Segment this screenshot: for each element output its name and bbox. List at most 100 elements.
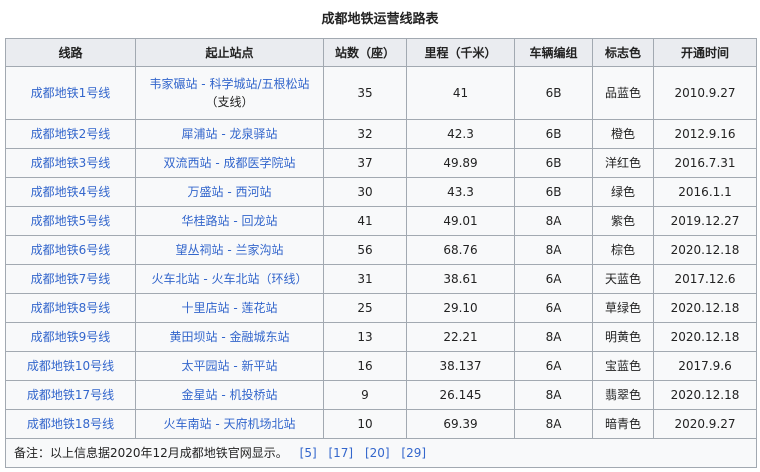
opening-date-cell: 2019.12.27 bbox=[653, 206, 757, 236]
stations-link[interactable]: 火车南站 - 天府机场北站 bbox=[164, 417, 296, 431]
length-cell-text: 43.3 bbox=[447, 185, 474, 199]
note-cell: 备注：以上信息据2020年12月成都地铁官网显示。 [5] [17] [20] … bbox=[5, 438, 757, 468]
line-name-link-text[interactable]: 成都地铁8号线 bbox=[31, 301, 111, 315]
opening-date-cell-text: 2017.9.6 bbox=[678, 359, 732, 373]
opening-date-cell: 2010.9.27 bbox=[653, 66, 757, 120]
stations-cell: 火车南站 - 天府机场北站 bbox=[135, 409, 324, 439]
opening-date-cell: 2017.9.6 bbox=[653, 351, 757, 381]
line-name-link-text[interactable]: 成都地铁2号线 bbox=[31, 127, 111, 141]
reference-link[interactable]: [17] bbox=[328, 446, 353, 460]
stations-cell: 黄田坝站 - 金融城东站 bbox=[135, 322, 324, 352]
line-name-link-text[interactable]: 成都地铁3号线 bbox=[31, 156, 111, 170]
line-name-link: 成都地铁3号线 bbox=[5, 148, 136, 178]
line-name-link-text[interactable]: 成都地铁5号线 bbox=[31, 214, 111, 228]
station-count-cell-text: 30 bbox=[357, 185, 373, 199]
line-color-cell-text: 品蓝色 bbox=[604, 86, 641, 100]
train-formation-cell-text: 6B bbox=[545, 86, 562, 100]
line-color-cell-text: 翡翠色 bbox=[604, 388, 641, 402]
header-row: 线路 起止站点 站数（座） 里程（千米） 车辆编组 标志色 开通时间 bbox=[5, 38, 757, 67]
station-count-cell-text: 35 bbox=[357, 86, 373, 100]
stations-cell: 华桂路站 - 回龙站 bbox=[135, 206, 324, 236]
length-cell: 68.76 bbox=[406, 235, 515, 265]
header-length: 里程（千米） bbox=[406, 38, 515, 67]
opening-date-cell: 2020.12.18 bbox=[653, 235, 757, 265]
station-count-cell: 30 bbox=[323, 177, 407, 207]
stations-link[interactable]: 双流西站 - 成都医学院站 bbox=[164, 156, 296, 170]
line-name-link: 成都地铁4号线 bbox=[5, 177, 136, 207]
header-train-formation: 车辆编组 bbox=[514, 38, 593, 67]
stations-link[interactable]: 太平园站 - 新平站 bbox=[182, 359, 278, 373]
line-color-cell: 天蓝色 bbox=[592, 264, 654, 294]
header-opening-date: 开通时间 bbox=[653, 38, 757, 67]
stations-link[interactable]: 韦家碾站 - 科学城站/五根松站 bbox=[149, 77, 309, 91]
stations-link[interactable]: 金星站 - 机投桥站 bbox=[182, 388, 278, 402]
train-formation-cell: 8A bbox=[514, 322, 593, 352]
train-formation-cell: 6B bbox=[514, 177, 593, 207]
opening-date-cell-text: 2017.12.6 bbox=[674, 272, 736, 286]
opening-date-cell-text: 2010.9.27 bbox=[674, 86, 736, 100]
line-name-link-text[interactable]: 成都地铁4号线 bbox=[31, 185, 111, 199]
length-cell-text: 38.137 bbox=[439, 359, 482, 373]
stations-link[interactable]: 黄田坝站 - 金融城东站 bbox=[170, 330, 290, 344]
station-count-cell: 56 bbox=[323, 235, 407, 265]
table-row: 成都地铁8号线 十里店站 - 莲花站 25 29.10 6A 草绿色 2020.12.18 bbox=[5, 293, 757, 323]
line-name-link-text[interactable]: 成都地铁9号线 bbox=[31, 330, 111, 344]
table-row: 成都地铁10号线 太平园站 - 新平站 16 38.137 6A 宝蓝色 2017.9.6 bbox=[5, 351, 757, 381]
stations-link[interactable]: 火车北站 - 火车北站（环线） bbox=[152, 272, 308, 286]
line-color-cell-text: 暗青色 bbox=[604, 417, 641, 431]
stations-link[interactable]: 华桂路站 - 回龙站 bbox=[182, 214, 278, 228]
opening-date-cell: 2020.12.18 bbox=[653, 322, 757, 352]
line-name-link-text[interactable]: 成都地铁18号线 bbox=[27, 417, 114, 431]
length-cell-text: 68.76 bbox=[443, 243, 478, 257]
line-name-link: 成都地铁17号线 bbox=[5, 380, 136, 410]
reference-link[interactable]: [29] bbox=[401, 446, 426, 460]
station-count-cell: 13 bbox=[323, 322, 407, 352]
stations-link[interactable]: 望丛祠站 - 兰家沟站 bbox=[176, 243, 284, 257]
table-row: 成都地铁18号线 火车南站 - 天府机场北站 10 69.39 8A 暗青色 2020.9.… bbox=[5, 409, 757, 439]
line-name-link: 成都地铁9号线 bbox=[5, 322, 136, 352]
length-cell: 38.61 bbox=[406, 264, 515, 294]
line-name-link: 成都地铁7号线 bbox=[5, 264, 136, 294]
table-caption: 成都地铁运营线路表 bbox=[321, 12, 439, 27]
stations-link[interactable]: 万盛站 - 西河站 bbox=[188, 185, 272, 199]
line-color-cell: 紫色 bbox=[592, 206, 654, 236]
stations-link[interactable]: 十里店站 - 莲花站 bbox=[182, 301, 278, 315]
station-count-cell: 10 bbox=[323, 409, 407, 439]
opening-date-cell-text: 2019.12.27 bbox=[670, 214, 740, 228]
train-formation-cell: 8A bbox=[514, 380, 593, 410]
line-name-link-text[interactable]: 成都地铁7号线 bbox=[31, 272, 111, 286]
line-name-link-text[interactable]: 成都地铁1号线 bbox=[31, 86, 111, 100]
station-count-cell: 37 bbox=[323, 148, 407, 178]
length-cell: 69.39 bbox=[406, 409, 515, 439]
header-station-count: 站数（座） bbox=[323, 38, 407, 67]
length-cell: 22.21 bbox=[406, 322, 515, 352]
length-cell-text: 38.61 bbox=[443, 272, 478, 286]
reference-link[interactable]: [5] bbox=[300, 446, 317, 460]
train-formation-cell-text: 6B bbox=[545, 127, 562, 141]
line-color-cell: 品蓝色 bbox=[592, 66, 654, 120]
station-count-cell-text: 10 bbox=[357, 417, 373, 431]
opening-date-cell: 2017.12.6 bbox=[653, 264, 757, 294]
train-formation-cell-text: 8A bbox=[545, 214, 562, 228]
station-count-cell-text: 13 bbox=[357, 330, 373, 344]
stations-cell: 火车北站 - 火车北站（环线） bbox=[135, 264, 324, 294]
train-formation-cell-text: 8A bbox=[545, 330, 562, 344]
stations-cell: 望丛祠站 - 兰家沟站 bbox=[135, 235, 324, 265]
opening-date-cell-text: 2016.1.1 bbox=[678, 185, 732, 199]
line-color-cell: 宝蓝色 bbox=[592, 351, 654, 381]
line-name-link-text[interactable]: 成都地铁10号线 bbox=[27, 359, 114, 373]
reference-link[interactable]: [20] bbox=[365, 446, 390, 460]
train-formation-cell-text: 8A bbox=[545, 388, 562, 402]
line-name-link-text[interactable]: 成都地铁17号线 bbox=[27, 388, 114, 402]
table-row: 成都地铁5号线 华桂路站 - 回龙站 41 49.01 8A 紫色 2019.12.27 bbox=[5, 206, 757, 236]
stations-link[interactable]: 犀浦站 - 龙泉驿站 bbox=[182, 127, 278, 141]
train-formation-cell-text: 8A bbox=[545, 417, 562, 431]
station-count-cell-text: 25 bbox=[357, 301, 373, 315]
table-row: 成都地铁2号线 犀浦站 - 龙泉驿站 32 42.3 6B 橙色 2012.9.16 bbox=[5, 119, 757, 149]
train-formation-cell-text: 6B bbox=[545, 156, 562, 170]
train-formation-cell: 6A bbox=[514, 351, 593, 381]
line-color-cell-text: 棕色 bbox=[610, 243, 635, 257]
line-name-link-text[interactable]: 成都地铁6号线 bbox=[31, 243, 111, 257]
length-cell: 43.3 bbox=[406, 177, 515, 207]
opening-date-cell: 2012.9.16 bbox=[653, 119, 757, 149]
